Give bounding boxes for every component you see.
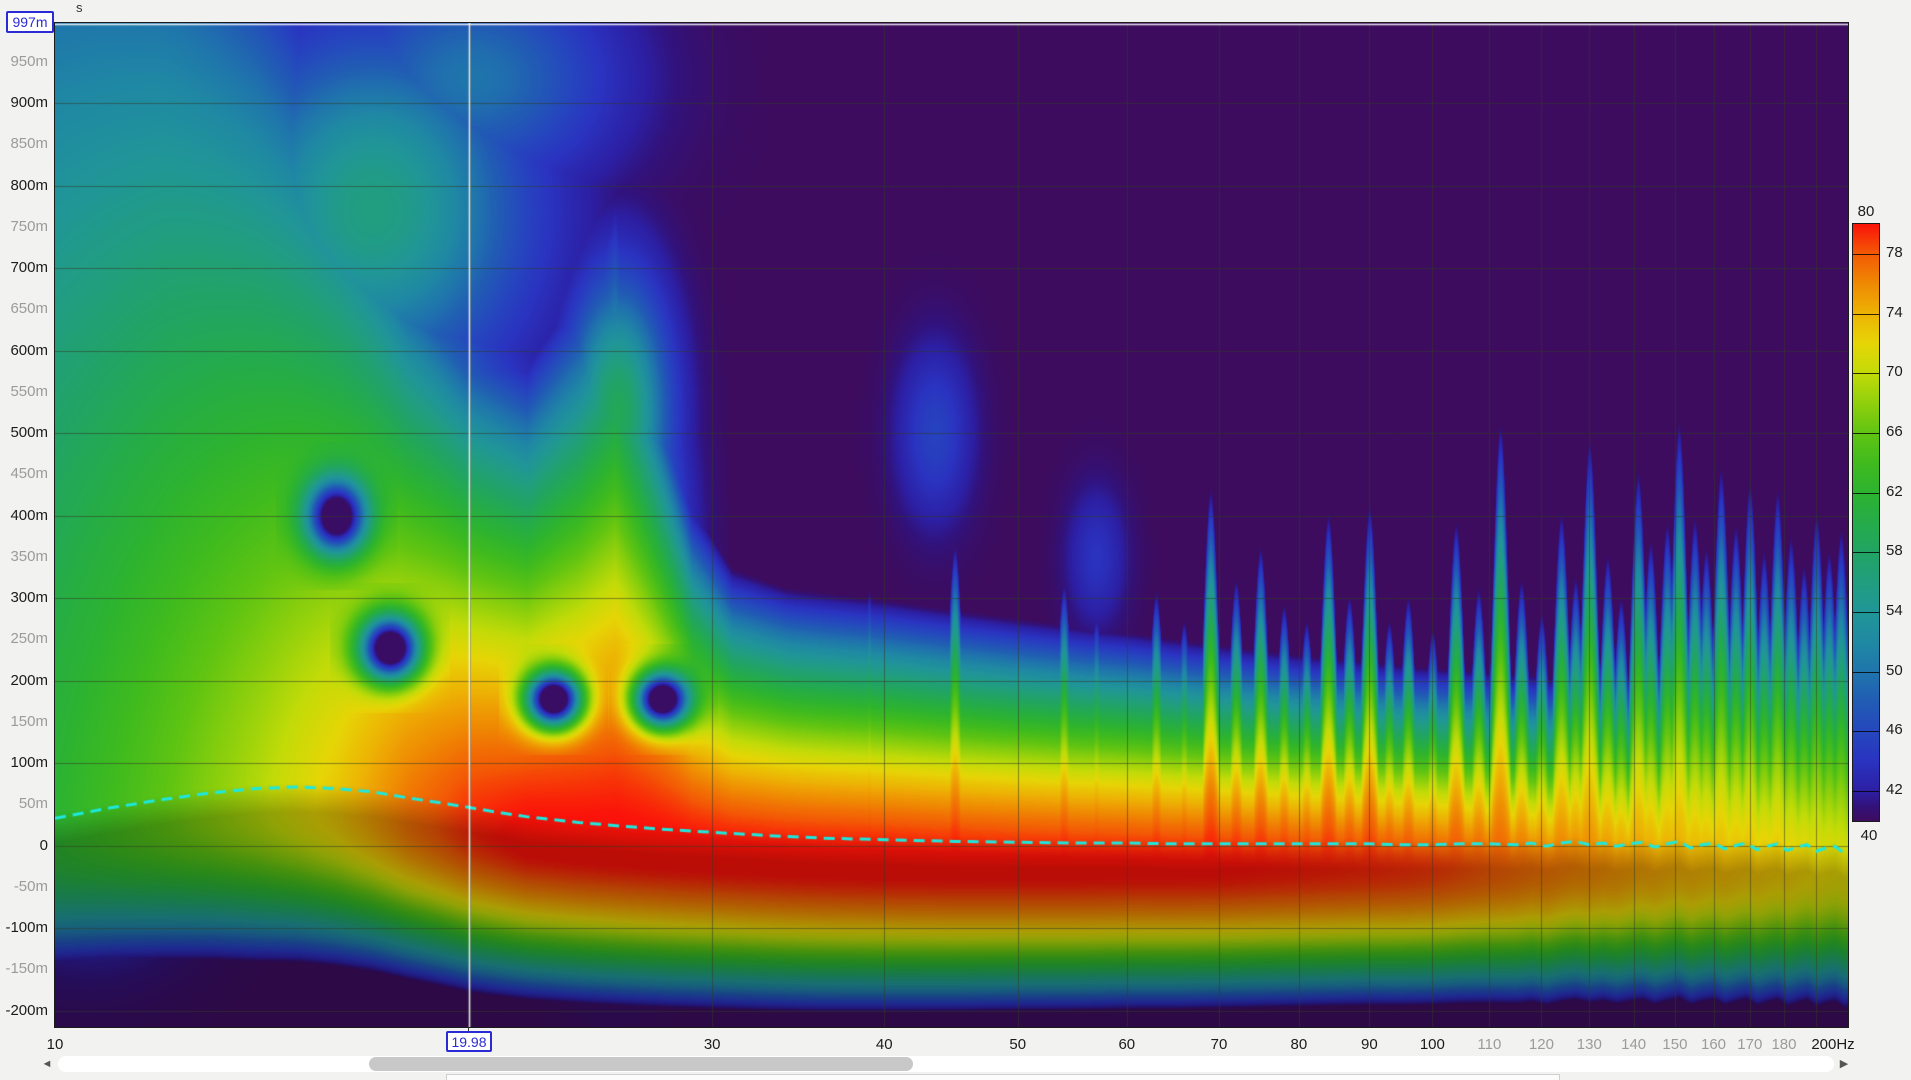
x-tick-label: 60 — [1118, 1036, 1136, 1053]
y-axis-unit-label: s — [76, 0, 83, 15]
x-tick-label: 140 — [1621, 1036, 1647, 1053]
x-tick-label: 180 — [1771, 1036, 1797, 1053]
y-tick-label: -200m — [5, 1001, 48, 1019]
freq-cursor-readout[interactable]: 19.98 — [446, 1031, 492, 1052]
y-tick-label: 850m — [10, 135, 48, 153]
legend-tick — [1853, 253, 1879, 255]
scrollbar-right-arrow[interactable]: ▶ — [1837, 1056, 1851, 1072]
y-tick-label: 0 — [39, 836, 48, 854]
x-tick-label: 160 — [1701, 1036, 1727, 1053]
y-tick-label: -50m — [13, 877, 48, 895]
scrollbar-track[interactable] — [58, 1056, 1834, 1072]
legend-tick-label: 70 — [1886, 363, 1903, 381]
spectrogram-window: s 997m 950m 900m 850m 800m 750m 700m 650m 600m 5… — [0, 0, 1911, 1080]
legend-tick-label: 66 — [1886, 422, 1903, 440]
x-tick-label: 150 — [1662, 1036, 1688, 1053]
legend-tick — [1853, 492, 1879, 494]
y-tick-label: 400m — [10, 506, 48, 524]
y-tick-label: 950m — [10, 52, 48, 70]
legend-tick — [1853, 373, 1879, 375]
y-tick-label: 350m — [10, 547, 48, 565]
legend-tick — [1853, 612, 1879, 614]
y-tick-label: 900m — [10, 94, 48, 112]
x-tick-label: 90 — [1361, 1036, 1378, 1053]
legend-tick-label: 46 — [1886, 721, 1903, 739]
color-scale-legend — [1852, 223, 1880, 822]
legend-tick-label: 74 — [1886, 303, 1903, 321]
x-tick-label: 40 — [875, 1036, 893, 1053]
x-tick-label: 80 — [1290, 1036, 1308, 1053]
x-tick-label: 50 — [1009, 1036, 1027, 1053]
y-tick-label: 250m — [10, 630, 48, 648]
y-tick-label: 600m — [10, 341, 48, 359]
y-tick-label: 500m — [10, 424, 48, 441]
x-tick-label: 110 — [1477, 1036, 1502, 1053]
scrollbar-thumb[interactable] — [369, 1057, 913, 1071]
bottom-panel-edge — [446, 1074, 1560, 1080]
time-cursor-readout[interactable]: 997m — [6, 11, 54, 33]
legend-tick — [1853, 432, 1879, 434]
y-tick-label: 200m — [10, 671, 48, 689]
y-tick-label: 50m — [18, 795, 48, 813]
y-tick-label: 650m — [10, 300, 48, 318]
y-tick-label: -100m — [5, 919, 48, 936]
x-tick-label: 70 — [1210, 1036, 1228, 1053]
legend-tick — [1853, 313, 1879, 315]
y-tick-label: 800m — [10, 176, 48, 194]
x-tick-label: 10 — [46, 1036, 64, 1053]
x-tick-label: 170 — [1737, 1036, 1763, 1053]
legend-tick-label: 58 — [1886, 542, 1903, 560]
legend-max-label: 80 — [1857, 203, 1875, 220]
y-tick-label: 750m — [10, 217, 48, 235]
spectrogram-plot[interactable] — [54, 22, 1849, 1028]
legend-tick-label: 78 — [1886, 243, 1903, 261]
y-tick-label: 700m — [10, 259, 48, 277]
legend-tick — [1853, 791, 1879, 793]
x-tick-label: 200Hz — [1811, 1036, 1855, 1053]
legend-tick-label: 42 — [1886, 781, 1903, 799]
legend-tick-label: 54 — [1886, 602, 1903, 620]
y-tick-label: 150m — [10, 712, 48, 730]
x-tick-label: 130 — [1576, 1036, 1602, 1053]
legend-tick — [1853, 552, 1879, 554]
scrollbar-left-arrow[interactable]: ◄ — [40, 1056, 54, 1072]
y-tick-label: 450m — [10, 465, 48, 483]
legend-tick-label: 50 — [1886, 661, 1903, 679]
y-tick-label: -150m — [5, 960, 48, 978]
x-tick-label: 100 — [1419, 1036, 1445, 1053]
legend-tick — [1853, 671, 1879, 673]
legend-tick-label: 62 — [1886, 482, 1903, 500]
legend-min-label: 40 — [1860, 827, 1878, 844]
y-tick-label: 300m — [10, 589, 48, 606]
legend-tick — [1853, 731, 1879, 733]
x-tick-label: 30 — [703, 1036, 721, 1053]
y-tick-label: 550m — [10, 382, 48, 400]
y-tick-label: 100m — [10, 754, 48, 771]
x-tick-label: 120 — [1528, 1036, 1554, 1053]
